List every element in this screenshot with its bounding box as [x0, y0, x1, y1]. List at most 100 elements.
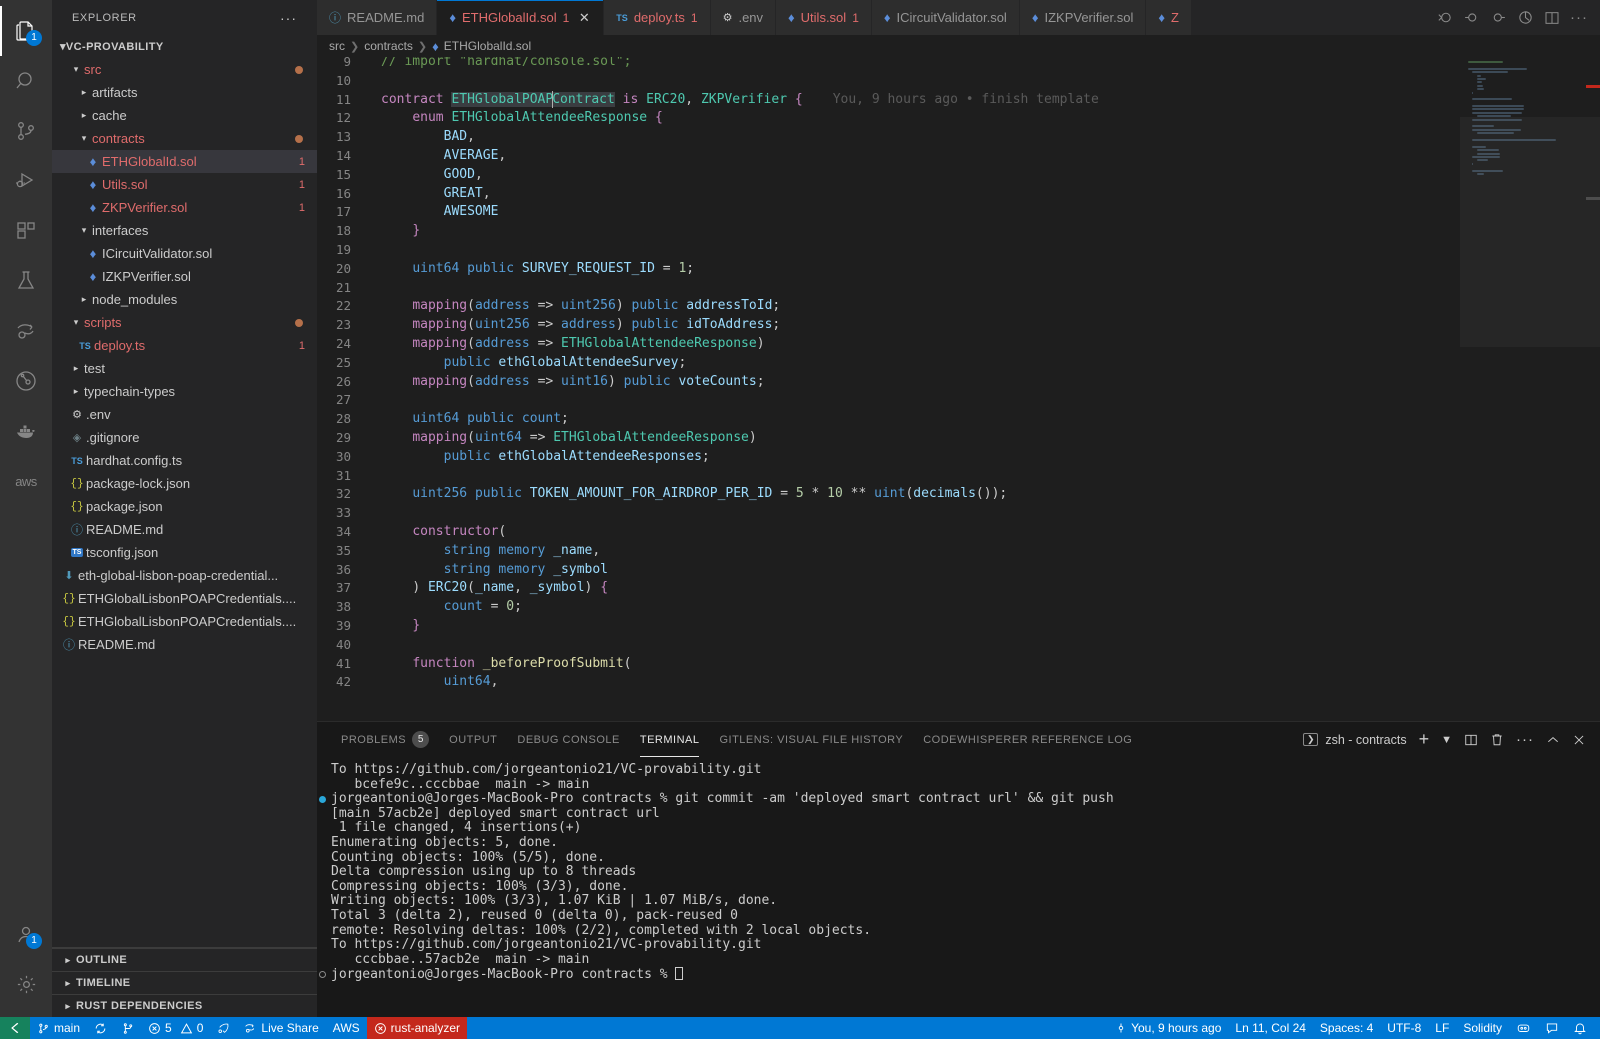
status-git-blame[interactable]: You, 9 hours ago: [1108, 1017, 1228, 1039]
tree-item-deploy-ts[interactable]: TS deploy.ts 1: [52, 334, 317, 357]
tree-item-eth-global-lisbon-poap-credential[interactable]: ⬇ eth-global-lisbon-poap-credential...: [52, 564, 317, 587]
minimap[interactable]: [1460, 57, 1600, 721]
activity-aws[interactable]: aws: [0, 456, 52, 506]
activity-gitlens[interactable]: [0, 356, 52, 406]
status-cursor-position[interactable]: Ln 11, Col 24: [1228, 1017, 1313, 1039]
tab-readme-md[interactable]: ⓘ README.md: [317, 0, 438, 35]
go-right-icon[interactable]: [1490, 9, 1507, 26]
status-feedback[interactable]: [1538, 1017, 1566, 1039]
tab-z[interactable]: ♦ Z: [1146, 0, 1192, 35]
status-live-share[interactable]: Live Share: [237, 1017, 325, 1039]
terminal-selector[interactable]: ❯ zsh - contracts: [1303, 733, 1407, 747]
status-rust-analyzer[interactable]: rust-analyzer: [366, 1017, 468, 1039]
tab-close-icon[interactable]: ✕: [577, 10, 591, 26]
tree-item-tsconfig-json[interactable]: TS tsconfig.json: [52, 541, 317, 564]
new-terminal-icon[interactable]: +: [1419, 729, 1430, 750]
more-actions-icon[interactable]: ···: [1570, 9, 1588, 26]
status-codewhisperer[interactable]: [210, 1017, 237, 1039]
tree-item-hardhat-config-ts[interactable]: TS hardhat.config.ts: [52, 449, 317, 472]
tab-utils-sol[interactable]: ♦ Utils.sol 1: [776, 0, 872, 35]
tree-item-interfaces[interactable]: ▾ interfaces: [52, 219, 317, 242]
tree-item-cache[interactable]: ▸ cache: [52, 104, 317, 127]
run-icon[interactable]: [1517, 9, 1534, 26]
workspace-root-row[interactable]: ▾ VC-PROVABILITY: [52, 35, 317, 58]
panel-tab-output[interactable]: OUTPUT: [439, 722, 507, 757]
activity-explorer[interactable]: 1: [0, 6, 52, 56]
minimap-slider[interactable]: [1460, 117, 1600, 347]
tree-item-package-json[interactable]: {} package.json: [52, 495, 317, 518]
activity-live-share[interactable]: [0, 306, 52, 356]
split-terminal-icon[interactable]: [1464, 733, 1478, 747]
tab--env[interactable]: ⚙ .env: [710, 0, 777, 35]
tree-item-src[interactable]: ▾ src: [52, 58, 317, 81]
tree-item-contracts[interactable]: ▾ contracts: [52, 127, 317, 150]
tab-ethglobalid-sol[interactable]: ♦ ETHGlobalId.sol 1 ✕: [437, 0, 605, 35]
activity-testing[interactable]: [0, 256, 52, 306]
status-problems[interactable]: 5 0: [141, 1017, 210, 1039]
panel-tab-codewhisperer-reference-log[interactable]: CODEWHISPERER REFERENCE LOG: [913, 722, 1142, 757]
status-publish[interactable]: [114, 1017, 141, 1039]
status-aws[interactable]: AWS: [326, 1017, 367, 1039]
panel-tab-debug-console[interactable]: DEBUG CONSOLE: [507, 722, 629, 757]
status-eol[interactable]: LF: [1428, 1017, 1456, 1039]
code-editor[interactable]: 9 // import "hardhat/console.sol"; 10 11 con…: [317, 57, 1600, 721]
tab-izkpverifier-sol[interactable]: ♦ IZKPVerifier.sol: [1019, 0, 1147, 35]
code-viewport[interactable]: 9 // import "hardhat/console.sol"; 10 11 con…: [317, 57, 1460, 721]
status-sync[interactable]: [87, 1017, 114, 1039]
activity-accounts[interactable]: 1: [0, 909, 52, 959]
editor-scrollbar[interactable]: [1586, 57, 1600, 721]
go-left-icon[interactable]: [1463, 9, 1480, 26]
breadcrumb-src[interactable]: src: [329, 39, 345, 53]
panel-tab-problems[interactable]: PROBLEMS 5: [331, 722, 439, 757]
tree-item-readme-md[interactable]: ⓘ README.md: [52, 633, 317, 656]
tree-item-ethgloballisbonpoapcredentials[interactable]: {} ETHGlobalLisbonPOAPCredentials....: [52, 610, 317, 633]
panel-tab-terminal[interactable]: TERMINAL: [630, 722, 710, 757]
activity-source-control[interactable]: [0, 106, 52, 156]
terminal-output[interactable]: To https://github.com/jorgeantonio21/VC-…: [317, 757, 1600, 1017]
activity-run-debug[interactable]: [0, 156, 52, 206]
tree-item-typechain-types[interactable]: ▸ typechain-types: [52, 380, 317, 403]
terminal-dropdown-icon[interactable]: ▼: [1441, 734, 1452, 746]
status-language-mode[interactable]: Solidity: [1456, 1017, 1509, 1039]
status-remote-window[interactable]: [0, 1017, 30, 1039]
activity-search[interactable]: [0, 56, 52, 106]
tab-icircuitvalidator-sol[interactable]: ♦ ICircuitValidator.sol: [871, 0, 1020, 35]
panel-more-icon[interactable]: ···: [1516, 731, 1534, 748]
tree-item-test[interactable]: ▸ test: [52, 357, 317, 380]
tree-item-icircuitvalidator-sol[interactable]: ♦ ICircuitValidator.sol: [52, 242, 317, 265]
panel-outline[interactable]: ▸ OUTLINE: [52, 948, 317, 971]
terminal-line: jorgeantonio@Jorges-MacBook-Pro contract…: [319, 967, 1600, 982]
tree-item--gitignore[interactable]: ◈ .gitignore: [52, 426, 317, 449]
close-panel-icon[interactable]: [1572, 733, 1586, 747]
status-notifications[interactable]: [1566, 1017, 1594, 1039]
panel-timeline[interactable]: ▸ TIMELINE: [52, 971, 317, 994]
tree-item-scripts[interactable]: ▾ scripts: [52, 311, 317, 334]
activity-manage[interactable]: [0, 959, 52, 1009]
maximize-panel-icon[interactable]: [1546, 733, 1560, 747]
panel-tab-gitlens-visual-file-history[interactable]: GITLENS: VISUAL FILE HISTORY: [709, 722, 913, 757]
go-back-icon[interactable]: [1436, 9, 1453, 26]
tree-item-readme-md[interactable]: ⓘ README.md: [52, 518, 317, 541]
tree-item-node-modules[interactable]: ▸ node_modules: [52, 288, 317, 311]
status-gitlens[interactable]: [1509, 1017, 1538, 1039]
status-indentation[interactable]: Spaces: 4: [1313, 1017, 1380, 1039]
tree-item-ethgloballisbonpoapcredentials[interactable]: {} ETHGlobalLisbonPOAPCredentials....: [52, 587, 317, 610]
kill-terminal-icon[interactable]: [1490, 732, 1504, 747]
tree-item--env[interactable]: ⚙ .env: [52, 403, 317, 426]
tree-item-utils-sol[interactable]: ♦ Utils.sol 1: [52, 173, 317, 196]
status-branch[interactable]: main: [30, 1017, 87, 1039]
tree-item-zkpverifier-sol[interactable]: ♦ ZKPVerifier.sol 1: [52, 196, 317, 219]
split-editor-icon[interactable]: [1544, 10, 1560, 26]
breadcrumb-file[interactable]: ETHGlobalId.sol: [444, 39, 531, 53]
tree-item-ethglobalid-sol[interactable]: ♦ ETHGlobalId.sol 1: [52, 150, 317, 173]
panel-rust-dependencies[interactable]: ▸ RUST DEPENDENCIES: [52, 994, 317, 1017]
activity-extensions[interactable]: [0, 206, 52, 256]
tab-deploy-ts[interactable]: TS deploy.ts 1: [604, 0, 711, 35]
sidebar-more-icon[interactable]: ···: [280, 10, 297, 26]
status-encoding[interactable]: UTF-8: [1380, 1017, 1428, 1039]
tree-item-artifacts[interactable]: ▸ artifacts: [52, 81, 317, 104]
activity-docker[interactable]: [0, 406, 52, 456]
breadcrumb-contracts[interactable]: contracts: [364, 39, 413, 53]
tree-item-package-lock-json[interactable]: {} package-lock.json: [52, 472, 317, 495]
tree-item-izkpverifier-sol[interactable]: ♦ IZKPVerifier.sol: [52, 265, 317, 288]
